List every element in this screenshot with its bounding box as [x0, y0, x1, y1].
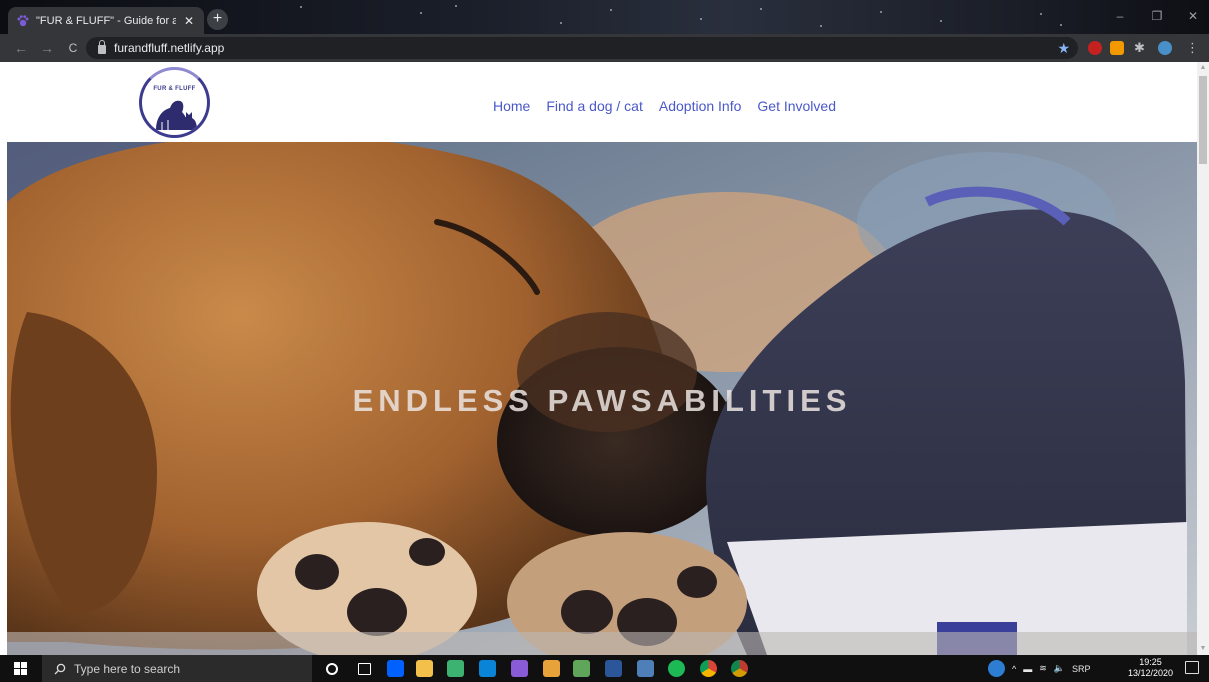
tab-close-icon[interactable]: ✕ — [182, 14, 196, 28]
browser-tab-active[interactable]: "FUR & FLUFF" - Guide for adopti ✕ — [8, 7, 204, 34]
bookmark-star-icon[interactable]: ★ — [1057, 40, 1070, 57]
start-button[interactable] — [0, 655, 40, 682]
web-page: FUR & FLUFF Home Find a dog / cat Adopti… — [0, 62, 1209, 655]
clock-date: 13/12/2020 — [1127, 668, 1173, 678]
help-tray-icon[interactable] — [988, 660, 1005, 677]
url-text: furandfluff.netlify.app — [114, 41, 225, 55]
new-tab-button[interactable]: + — [207, 9, 228, 30]
notification-center-icon[interactable] — [1185, 661, 1199, 674]
nav-link-home[interactable]: Home — [493, 98, 530, 114]
address-bar[interactable]: furandfluff.netlify.app ★ — [86, 37, 1078, 59]
app-launcher-icon[interactable] — [543, 660, 560, 677]
scroll-down-arrow-icon[interactable]: ▼ — [1197, 643, 1209, 655]
wifi-icon[interactable]: ≋ — [1039, 663, 1047, 674]
scrollbar-thumb[interactable] — [1199, 76, 1207, 164]
file-explorer-icon[interactable] — [416, 660, 433, 677]
window-restore-button[interactable]: ❐ — [1146, 6, 1168, 26]
hero-heading: ENDLESS PAWSABILITIES — [352, 383, 852, 418]
language-indicator[interactable]: SRP — [1072, 664, 1091, 674]
browser-toolbar: ← → C furandfluff.netlify.app ★ ✱ ⋮ — [0, 34, 1209, 62]
clock[interactable]: 19:25 13/12/2020 — [1128, 657, 1173, 679]
site-header: FUR & FLUFF Home Find a dog / cat Adopti… — [0, 62, 1197, 142]
page-scrollbar[interactable]: ▲ ▼ — [1197, 62, 1209, 655]
visual-studio-icon[interactable] — [511, 660, 528, 677]
search-placeholder: Type here to search — [74, 661, 181, 676]
windows-taskbar: Type here to search ^ ▬ ≋ 🔈 SRP 19:25 13… — [0, 655, 1209, 682]
browser-tab-strip: "FUR & FLUFF" - Guide for adopti ✕ + – ❐… — [0, 0, 1209, 34]
vscode-icon[interactable] — [479, 660, 496, 677]
spotify-icon[interactable] — [668, 660, 685, 677]
search-icon — [54, 663, 66, 674]
taskbar-search-box[interactable]: Type here to search — [42, 655, 312, 682]
chrome-alt-icon[interactable] — [731, 660, 748, 677]
system-tray: ^ ▬ ≋ 🔈 SRP — [1012, 655, 1091, 682]
word-icon[interactable] — [605, 660, 622, 677]
windows-logo-icon — [13, 662, 27, 675]
window-close-button[interactable]: ✕ — [1182, 6, 1204, 26]
main-nav: Home Find a dog / cat Adoption Info Get … — [493, 98, 836, 114]
rss-extension-icon[interactable] — [1110, 41, 1124, 55]
cortana-icon[interactable] — [326, 663, 338, 675]
paw-favicon-icon — [17, 14, 29, 26]
clock-time: 19:25 — [1139, 657, 1162, 667]
hero-banner: ENDLESS PAWSABILITIES — [7, 142, 1197, 655]
profile-avatar-icon[interactable] — [1158, 41, 1172, 55]
forward-button[interactable]: → — [36, 40, 58, 56]
task-view-icon[interactable] — [358, 663, 371, 675]
chevron-up-icon[interactable]: ^ — [1012, 664, 1016, 674]
spreadsheet-app-icon[interactable] — [447, 660, 464, 677]
reload-button[interactable]: C — [62, 41, 84, 55]
volume-icon[interactable]: 🔈 — [1054, 663, 1065, 674]
ublock-extension-icon[interactable] — [1088, 41, 1102, 55]
scroll-up-arrow-icon[interactable]: ▲ — [1197, 62, 1209, 74]
extensions-puzzle-icon[interactable]: ✱ — [1134, 41, 1148, 55]
nav-link-find-dog-cat[interactable]: Find a dog / cat — [546, 98, 643, 114]
dropbox-icon[interactable] — [387, 660, 404, 677]
dog-cat-silhouette-icon — [156, 100, 197, 130]
paint-icon[interactable] — [573, 660, 590, 677]
chrome-menu-icon[interactable]: ⋮ — [1186, 41, 1199, 55]
lock-icon — [98, 39, 106, 54]
notes-app-icon[interactable] — [637, 660, 654, 677]
site-logo[interactable]: FUR & FLUFF — [139, 67, 210, 138]
battery-icon[interactable]: ▬ — [1023, 664, 1032, 674]
back-button[interactable]: ← — [10, 40, 32, 56]
nav-link-adoption-info[interactable]: Adoption Info — [659, 98, 742, 114]
window-minimize-button[interactable]: – — [1109, 6, 1131, 26]
tab-title: "FUR & FLUFF" - Guide for adopti — [36, 14, 176, 27]
nav-link-get-involved[interactable]: Get Involved — [757, 98, 836, 114]
chrome-icon[interactable] — [700, 660, 717, 677]
